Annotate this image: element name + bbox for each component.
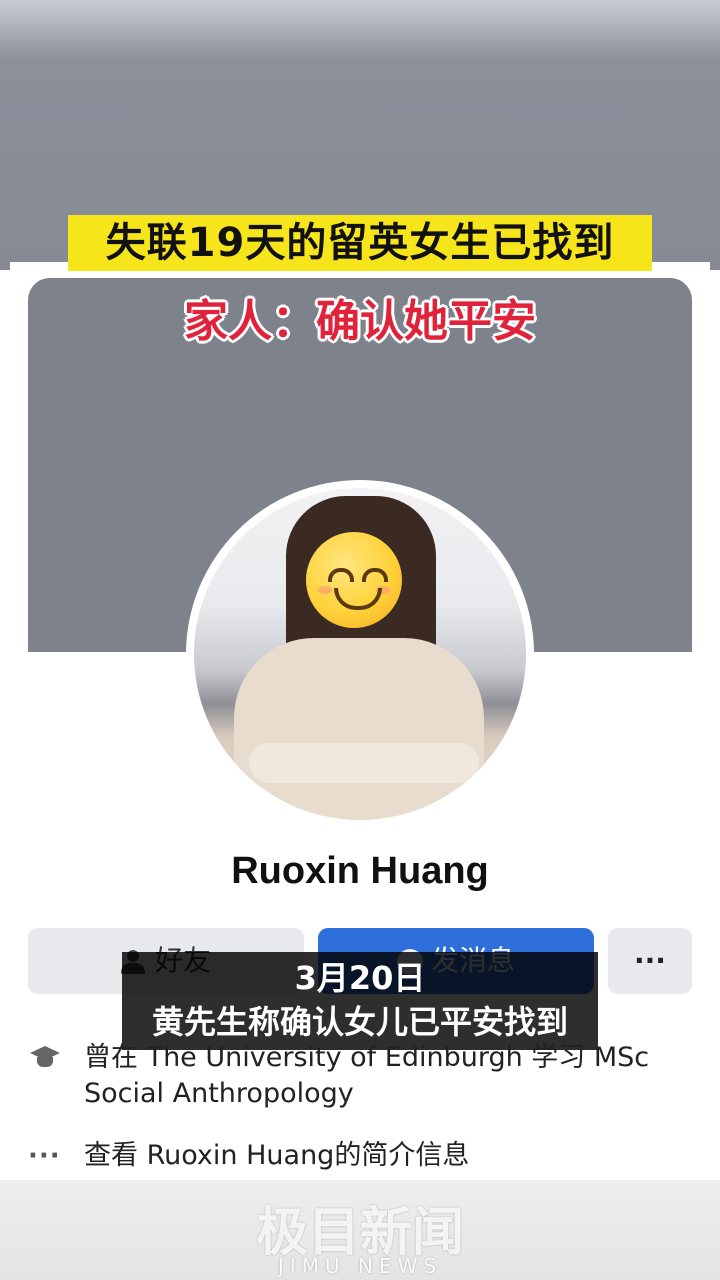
more-options-button[interactable]: ··· <box>608 928 692 994</box>
about-info-text: 查看 Ruoxin Huang的简介信息 <box>84 1140 470 1171</box>
profile-name: Ruoxin Huang <box>231 850 489 892</box>
avatar-body <box>234 638 484 820</box>
headline-banner: 失联19天的留英女生已找到 <box>68 215 652 271</box>
more-dots-icon: ··· <box>28 1141 61 1171</box>
graduation-cap-icon <box>28 1040 68 1076</box>
avatar-arms <box>249 743 479 783</box>
watermark-subtitle: JIMU NEWS <box>277 1254 443 1278</box>
caption-date: 3月20日 <box>294 959 426 997</box>
caption-text: 黄先生称确认女儿已平安找到 <box>151 1003 568 1041</box>
education-text: 曾在 The University of Edinburgh 学习 MSc So… <box>84 1042 650 1109</box>
more-icon: ··· <box>634 944 666 977</box>
smiling-face-icon <box>306 532 402 628</box>
subheadline-text: 家人：确认她平安 <box>184 296 536 347</box>
news-caption: 3月20日 黄先生称确认女儿已平安找到 <box>122 952 598 1050</box>
